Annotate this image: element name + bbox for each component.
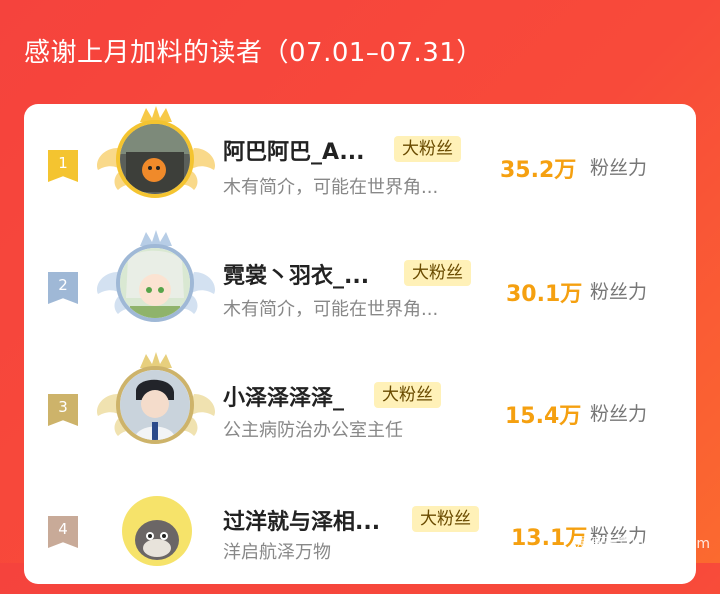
fan-badge: 大粉丝 — [394, 136, 461, 162]
reader-bio: 公主病防治办公室主任 — [223, 420, 403, 441]
reader-row-1[interactable]: 1 阿巴阿巴_A... 大粉丝 木有简介，可能在世界角... 35.2万 粉丝力 — [24, 104, 696, 216]
fan-power-label: 粉丝力 — [590, 403, 648, 425]
fan-power-label: 粉丝力 — [590, 157, 648, 179]
rank-badge: 4 — [48, 516, 78, 548]
avatar[interactable] — [116, 244, 194, 322]
fan-badge: 大粉丝 — [404, 260, 471, 286]
reader-row-3[interactable]: 3 小泽泽泽泽_ 大粉丝 公主病防治办公室主任 15.4万 粉丝力 — [24, 350, 696, 462]
avatar[interactable] — [116, 120, 194, 198]
reader-name[interactable]: 过洋就与泽相... — [223, 504, 380, 536]
reader-row-4[interactable]: 4 过洋就与泽相... 大粉丝 洋启航泽万物 13.1万 粉丝力 — [24, 474, 696, 586]
reader-bio: 木有简介，可能在世界角... — [223, 299, 439, 320]
page-title: 感谢上月加料的读者（07.01–07.31） — [24, 38, 483, 68]
fan-power-label: 粉丝力 — [590, 281, 648, 303]
rank-badge: 1 — [48, 150, 78, 182]
reader-bio: 洋启航泽万物 — [223, 542, 331, 563]
rank-badge: 3 — [48, 394, 78, 426]
rank-badge: 2 — [48, 272, 78, 304]
reader-name[interactable]: 阿巴阿巴_A... — [223, 134, 365, 166]
reader-bio: 木有简介，可能在世界角... — [223, 177, 439, 198]
fan-badge: 大粉丝 — [412, 506, 479, 532]
fan-power-value: 30.1万 — [506, 282, 583, 307]
avatar-frame — [96, 228, 216, 348]
reader-row-2[interactable]: 2 霓裳丶羽衣_... 大粉丝 木有简介，可能在世界角... 30.1万 粉丝力 — [24, 228, 696, 340]
reader-ranking-list: 1 阿巴阿巴_A... 大粉丝 木有简介，可能在世界角... 35.2万 粉丝力… — [24, 104, 696, 584]
avatar-frame — [96, 104, 216, 224]
watermark: 漫画天堂hipmh.com — [575, 536, 710, 552]
reader-name[interactable]: 霓裳丶羽衣_... — [223, 258, 369, 290]
avatar-frame — [96, 474, 216, 594]
fan-power-value: 15.4万 — [505, 404, 582, 429]
avatar[interactable] — [118, 492, 196, 570]
avatar-frame — [96, 350, 216, 470]
fan-badge: 大粉丝 — [374, 382, 441, 408]
reader-name[interactable]: 小泽泽泽泽_ — [223, 380, 344, 412]
fan-power-value: 35.2万 — [500, 158, 577, 183]
avatar[interactable] — [116, 366, 194, 444]
